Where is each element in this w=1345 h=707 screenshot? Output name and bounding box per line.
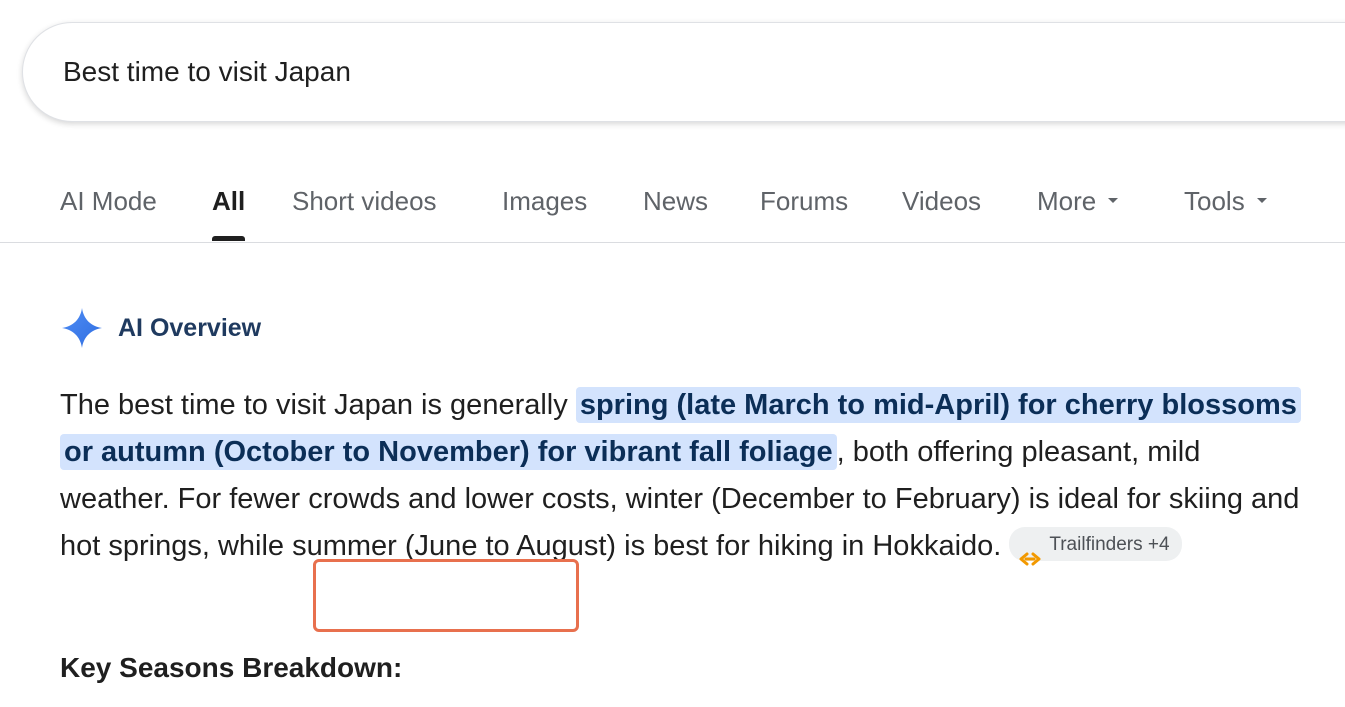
tab-label: Videos [902, 186, 982, 216]
tab-tools[interactable]: Tools [1184, 184, 1267, 218]
tab-label: All [212, 186, 246, 216]
tab-label: More [1037, 186, 1097, 216]
tab-more[interactable]: More [1037, 184, 1119, 218]
tab-forums[interactable]: Forums [760, 184, 848, 218]
search-bar[interactable] [22, 22, 1345, 122]
link-icon [1019, 537, 1041, 566]
tab-label: Images [502, 186, 588, 216]
source-chip-label: Trailfinders +4 [1049, 533, 1170, 555]
tab-all[interactable]: All [212, 184, 246, 241]
tab-ai-mode[interactable]: AI Mode [60, 184, 157, 218]
tab-news[interactable]: News [643, 184, 708, 218]
caret-down-icon [1108, 197, 1119, 203]
ai-overview-text: The best time to visit Japan is generall… [60, 382, 1301, 570]
search-input[interactable] [63, 56, 963, 88]
tab-label: Forums [760, 186, 849, 216]
search-tabs: AI Mode All Short videos Images News For… [0, 160, 1345, 243]
source-chip[interactable]: Trailfinders +4 [1009, 527, 1182, 566]
tab-label: AI Mode [60, 186, 157, 216]
sparkle-icon [60, 306, 104, 350]
tab-videos[interactable]: Videos [902, 184, 981, 218]
tab-images[interactable]: Images [502, 184, 587, 218]
tab-label: Tools [1184, 186, 1245, 216]
tab-label: Short videos [292, 186, 437, 216]
ai-overview-title: AI Overview [118, 313, 262, 342]
ai-overview-header: AI Overview [60, 306, 261, 350]
search-results-page: AI Mode All Short videos Images News For… [0, 0, 1345, 707]
section-heading: Key Seasons Breakdown: [60, 652, 403, 683]
overview-text-intro: The best time to visit Japan is generall… [60, 389, 576, 421]
tab-label: News [643, 186, 709, 216]
tab-short-videos[interactable]: Short videos [292, 184, 437, 218]
caret-down-icon [1256, 197, 1267, 203]
